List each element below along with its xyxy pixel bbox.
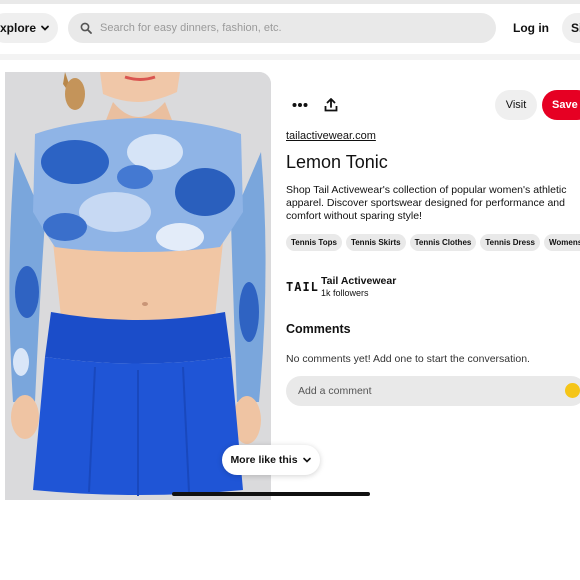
product-photo — [5, 72, 271, 500]
no-comments-text: No comments yet! Add one to start the co… — [286, 353, 530, 365]
signup-button[interactable]: Si — [562, 13, 580, 43]
pin-title: Lemon Tonic — [286, 152, 388, 172]
explore-label: xplore — [0, 21, 36, 35]
creator-name[interactable]: Tail Activewear — [321, 275, 396, 287]
login-button[interactable]: Log in — [506, 13, 556, 43]
visit-label: Visit — [505, 99, 527, 111]
chevron-down-icon — [41, 25, 49, 31]
more-options-button[interactable] — [286, 91, 314, 119]
save-button[interactable]: Save — [542, 90, 580, 120]
top-divider — [0, 0, 580, 4]
more-options-icon — [292, 103, 308, 107]
pin-image[interactable] — [5, 72, 271, 500]
visit-button[interactable]: Visit — [495, 90, 537, 120]
creator-avatar[interactable]: TAIL — [286, 276, 318, 298]
search-input[interactable] — [98, 21, 482, 35]
login-label: Log in — [513, 21, 549, 35]
tag-chip[interactable]: Tennis Skirts — [345, 234, 406, 251]
tag-chip[interactable]: Tennis Clothes — [409, 234, 477, 251]
tag-chip[interactable]: Tennis Dress — [480, 234, 540, 251]
tag-chip[interactable]: Womens Ath — [544, 234, 580, 251]
save-label: Save — [552, 99, 578, 111]
comments-heading: Comments — [286, 322, 351, 336]
more-like-this-label: More like this — [230, 454, 298, 466]
source-link[interactable]: tailactivewear.com — [286, 130, 376, 142]
pin-description: Shop Tail Activewear's collection of pop… — [286, 184, 567, 222]
comment-box[interactable] — [286, 376, 580, 406]
header-shadow — [0, 54, 580, 60]
home-indicator — [172, 492, 370, 496]
more-like-this-button[interactable]: More like this — [222, 445, 320, 475]
tag-chip[interactable]: Tennis Tops — [286, 234, 342, 251]
search-bar[interactable] — [68, 13, 496, 43]
chevron-down-icon — [302, 457, 311, 463]
emoji-icon[interactable] — [565, 383, 580, 398]
signup-label: Si — [571, 21, 580, 35]
tag-list: Tennis Tops Tennis Skirts Tennis Clothes… — [286, 234, 580, 251]
creator-followers: 1k followers — [321, 288, 369, 298]
comment-input[interactable] — [296, 384, 560, 398]
share-icon — [324, 98, 338, 112]
share-button[interactable] — [317, 91, 345, 119]
explore-button[interactable]: xplore — [0, 13, 58, 43]
search-icon — [80, 22, 92, 34]
